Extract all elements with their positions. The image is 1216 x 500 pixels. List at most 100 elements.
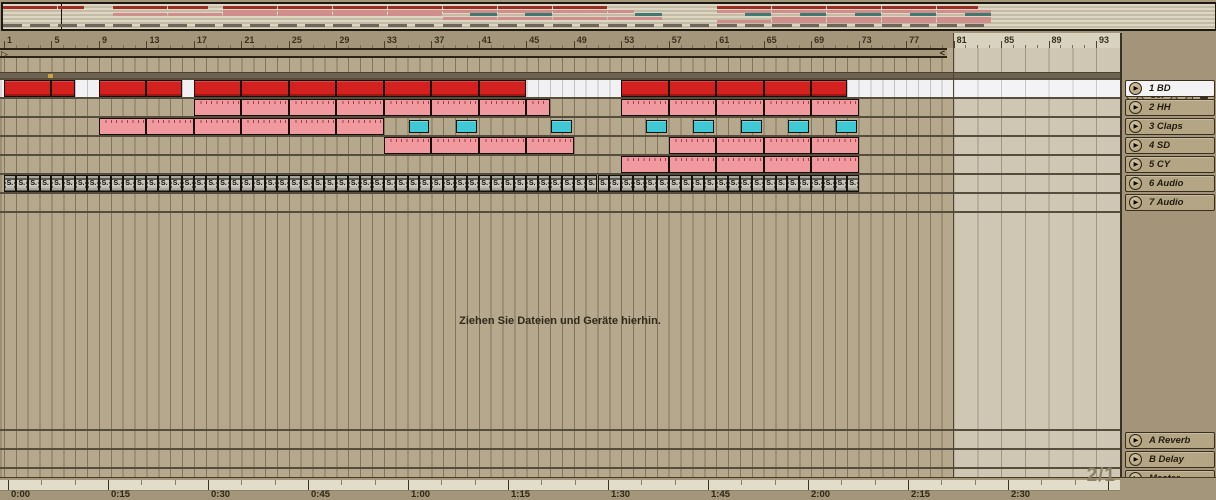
clip[interactable]: [431, 99, 479, 116]
arrangement-overview[interactable]: [1, 2, 1216, 31]
play-icon[interactable]: ▶: [1129, 101, 1142, 114]
clip[interactable]: [668, 80, 717, 97]
play-icon[interactable]: ▶: [1129, 139, 1142, 152]
audio-mini-clip[interactable]: S.: [241, 175, 254, 192]
audio-mini-clip[interactable]: S.: [288, 175, 301, 192]
clip[interactable]: [241, 118, 289, 135]
clip[interactable]: [431, 137, 479, 154]
arrangement-grid[interactable]: ▷ < S. S. S. S. S. S. S. S. S. S. S. S. S. S. S. S. S. S.…: [0, 48, 1120, 477]
track-header-4-sd[interactable]: ▶ 4 SD: [1125, 137, 1215, 154]
audio-mini-clip[interactable]: S.: [265, 175, 277, 192]
audio-mini-clip[interactable]: S.: [739, 175, 752, 192]
clip[interactable]: [478, 99, 527, 116]
clip[interactable]: [763, 99, 812, 116]
clip[interactable]: [811, 156, 859, 173]
clip[interactable]: [383, 137, 432, 154]
audio-mini-clip[interactable]: S.: [443, 175, 456, 192]
clip[interactable]: [693, 120, 715, 133]
clip[interactable]: [763, 80, 812, 97]
audio-mini-clip[interactable]: S.: [656, 175, 669, 192]
audio-mini-clip[interactable]: S.: [4, 175, 16, 192]
play-icon[interactable]: ▶: [1129, 453, 1142, 466]
audio-mini-clip[interactable]: S.: [51, 175, 64, 192]
audio-mini-clip[interactable]: S.: [846, 175, 859, 192]
audio-mini-clip[interactable]: S.: [834, 175, 847, 192]
clip[interactable]: [716, 137, 764, 154]
audio-mini-clip[interactable]: S.: [787, 175, 800, 192]
clip[interactable]: [716, 80, 764, 97]
audio-mini-clip[interactable]: S.: [561, 175, 574, 192]
audio-mini-clip[interactable]: S.: [692, 175, 705, 192]
play-icon[interactable]: ▶: [1129, 82, 1142, 95]
clip[interactable]: [288, 99, 337, 116]
clip[interactable]: [193, 99, 242, 116]
play-icon[interactable]: ▶: [1129, 434, 1142, 447]
clip[interactable]: [193, 80, 242, 97]
clip[interactable]: [408, 120, 430, 133]
track-lane[interactable]: [0, 118, 1120, 135]
clip[interactable]: [716, 156, 764, 173]
audio-mini-clip[interactable]: S.: [811, 175, 824, 192]
audio-mini-clip[interactable]: S.: [395, 175, 408, 192]
clip[interactable]: [336, 118, 384, 135]
clip[interactable]: [621, 80, 669, 97]
audio-mini-clip[interactable]: S.: [668, 175, 681, 192]
audio-mini-clip[interactable]: S.: [704, 175, 717, 192]
scrub-area[interactable]: ▷ <: [0, 48, 1120, 59]
audio-mini-clip[interactable]: S.: [550, 175, 562, 192]
clip[interactable]: [383, 80, 432, 97]
audio-mini-clip[interactable]: S.: [585, 175, 598, 192]
scrub-band[interactable]: ▷ <: [0, 48, 947, 59]
audio-mini-clip[interactable]: S.: [633, 175, 645, 192]
track-lane[interactable]: [0, 137, 1120, 154]
audio-mini-clip[interactable]: S.: [146, 175, 159, 192]
audio-mini-clip[interactable]: S.: [597, 175, 610, 192]
audio-mini-clip[interactable]: S.: [680, 175, 693, 192]
audio-mini-clip[interactable]: S.: [229, 175, 242, 192]
audio-mini-clip[interactable]: S.: [87, 175, 99, 192]
clip[interactable]: [811, 80, 847, 97]
audio-mini-clip[interactable]: S.: [644, 175, 657, 192]
audio-mini-clip[interactable]: S.: [823, 175, 835, 192]
audio-mini-clip[interactable]: S.: [122, 175, 135, 192]
clip[interactable]: [288, 80, 337, 97]
audio-mini-clip[interactable]: S.: [182, 175, 194, 192]
audio-mini-clip[interactable]: S.: [621, 175, 634, 192]
return-header-a-reverb[interactable]: ▶ A Reverb: [1125, 432, 1215, 449]
audio-mini-clip[interactable]: S.: [110, 175, 123, 192]
audio-mini-clip[interactable]: S.: [728, 175, 740, 192]
audio-mini-clip[interactable]: S.: [27, 175, 40, 192]
play-icon[interactable]: ▶: [1129, 196, 1142, 209]
clip[interactable]: [788, 120, 810, 133]
audio-mini-clip[interactable]: S.: [300, 175, 313, 192]
clip[interactable]: [621, 156, 669, 173]
clip[interactable]: [431, 80, 479, 97]
clip[interactable]: [526, 99, 550, 116]
time-ruler[interactable]: 0:00 0:15 0:30 0:45 1:00 1:15 1:30 1:45 2:00 2:15…: [0, 477, 1216, 500]
clip[interactable]: [668, 156, 717, 173]
audio-mini-clip[interactable]: S.: [609, 175, 622, 192]
audio-mini-clip[interactable]: S.: [514, 175, 527, 192]
clip[interactable]: [621, 99, 669, 116]
audio-mini-clip[interactable]: S.: [799, 175, 812, 192]
audio-mini-clip[interactable]: S.: [134, 175, 147, 192]
audio-mini-clip[interactable]: S.: [348, 175, 361, 192]
play-icon[interactable]: ▶: [1129, 120, 1142, 133]
return-header-b-delay[interactable]: ▶ B Delay: [1125, 451, 1215, 468]
track-lane[interactable]: S. S. S. S. S. S. S. S. S. S. S. S. S. S. S. S. S. S. S. S.…: [0, 175, 1120, 192]
audio-mini-clip[interactable]: S.: [478, 175, 491, 192]
clip[interactable]: [763, 156, 812, 173]
audio-mini-clip[interactable]: S.: [277, 175, 289, 192]
track-header-6-audio[interactable]: ▶ 6 Audio: [1125, 175, 1215, 192]
clip[interactable]: [456, 120, 477, 133]
audio-mini-clip[interactable]: S.: [407, 175, 420, 192]
clip[interactable]: [811, 99, 859, 116]
track-header-2-hh[interactable]: ▶ 2 HH: [1125, 99, 1215, 116]
track-lane[interactable]: [0, 99, 1120, 116]
audio-mini-clip[interactable]: S.: [383, 175, 396, 192]
audio-mini-clip[interactable]: S.: [360, 175, 372, 192]
clip[interactable]: [740, 120, 762, 133]
beat-time-ruler[interactable]: 1 5 9 13 17 21 25 29 33 37 41 45 49 53 57 61 65 69 73 77 81 8…: [0, 33, 1120, 48]
clip[interactable]: [716, 99, 764, 116]
clip[interactable]: [551, 120, 572, 133]
